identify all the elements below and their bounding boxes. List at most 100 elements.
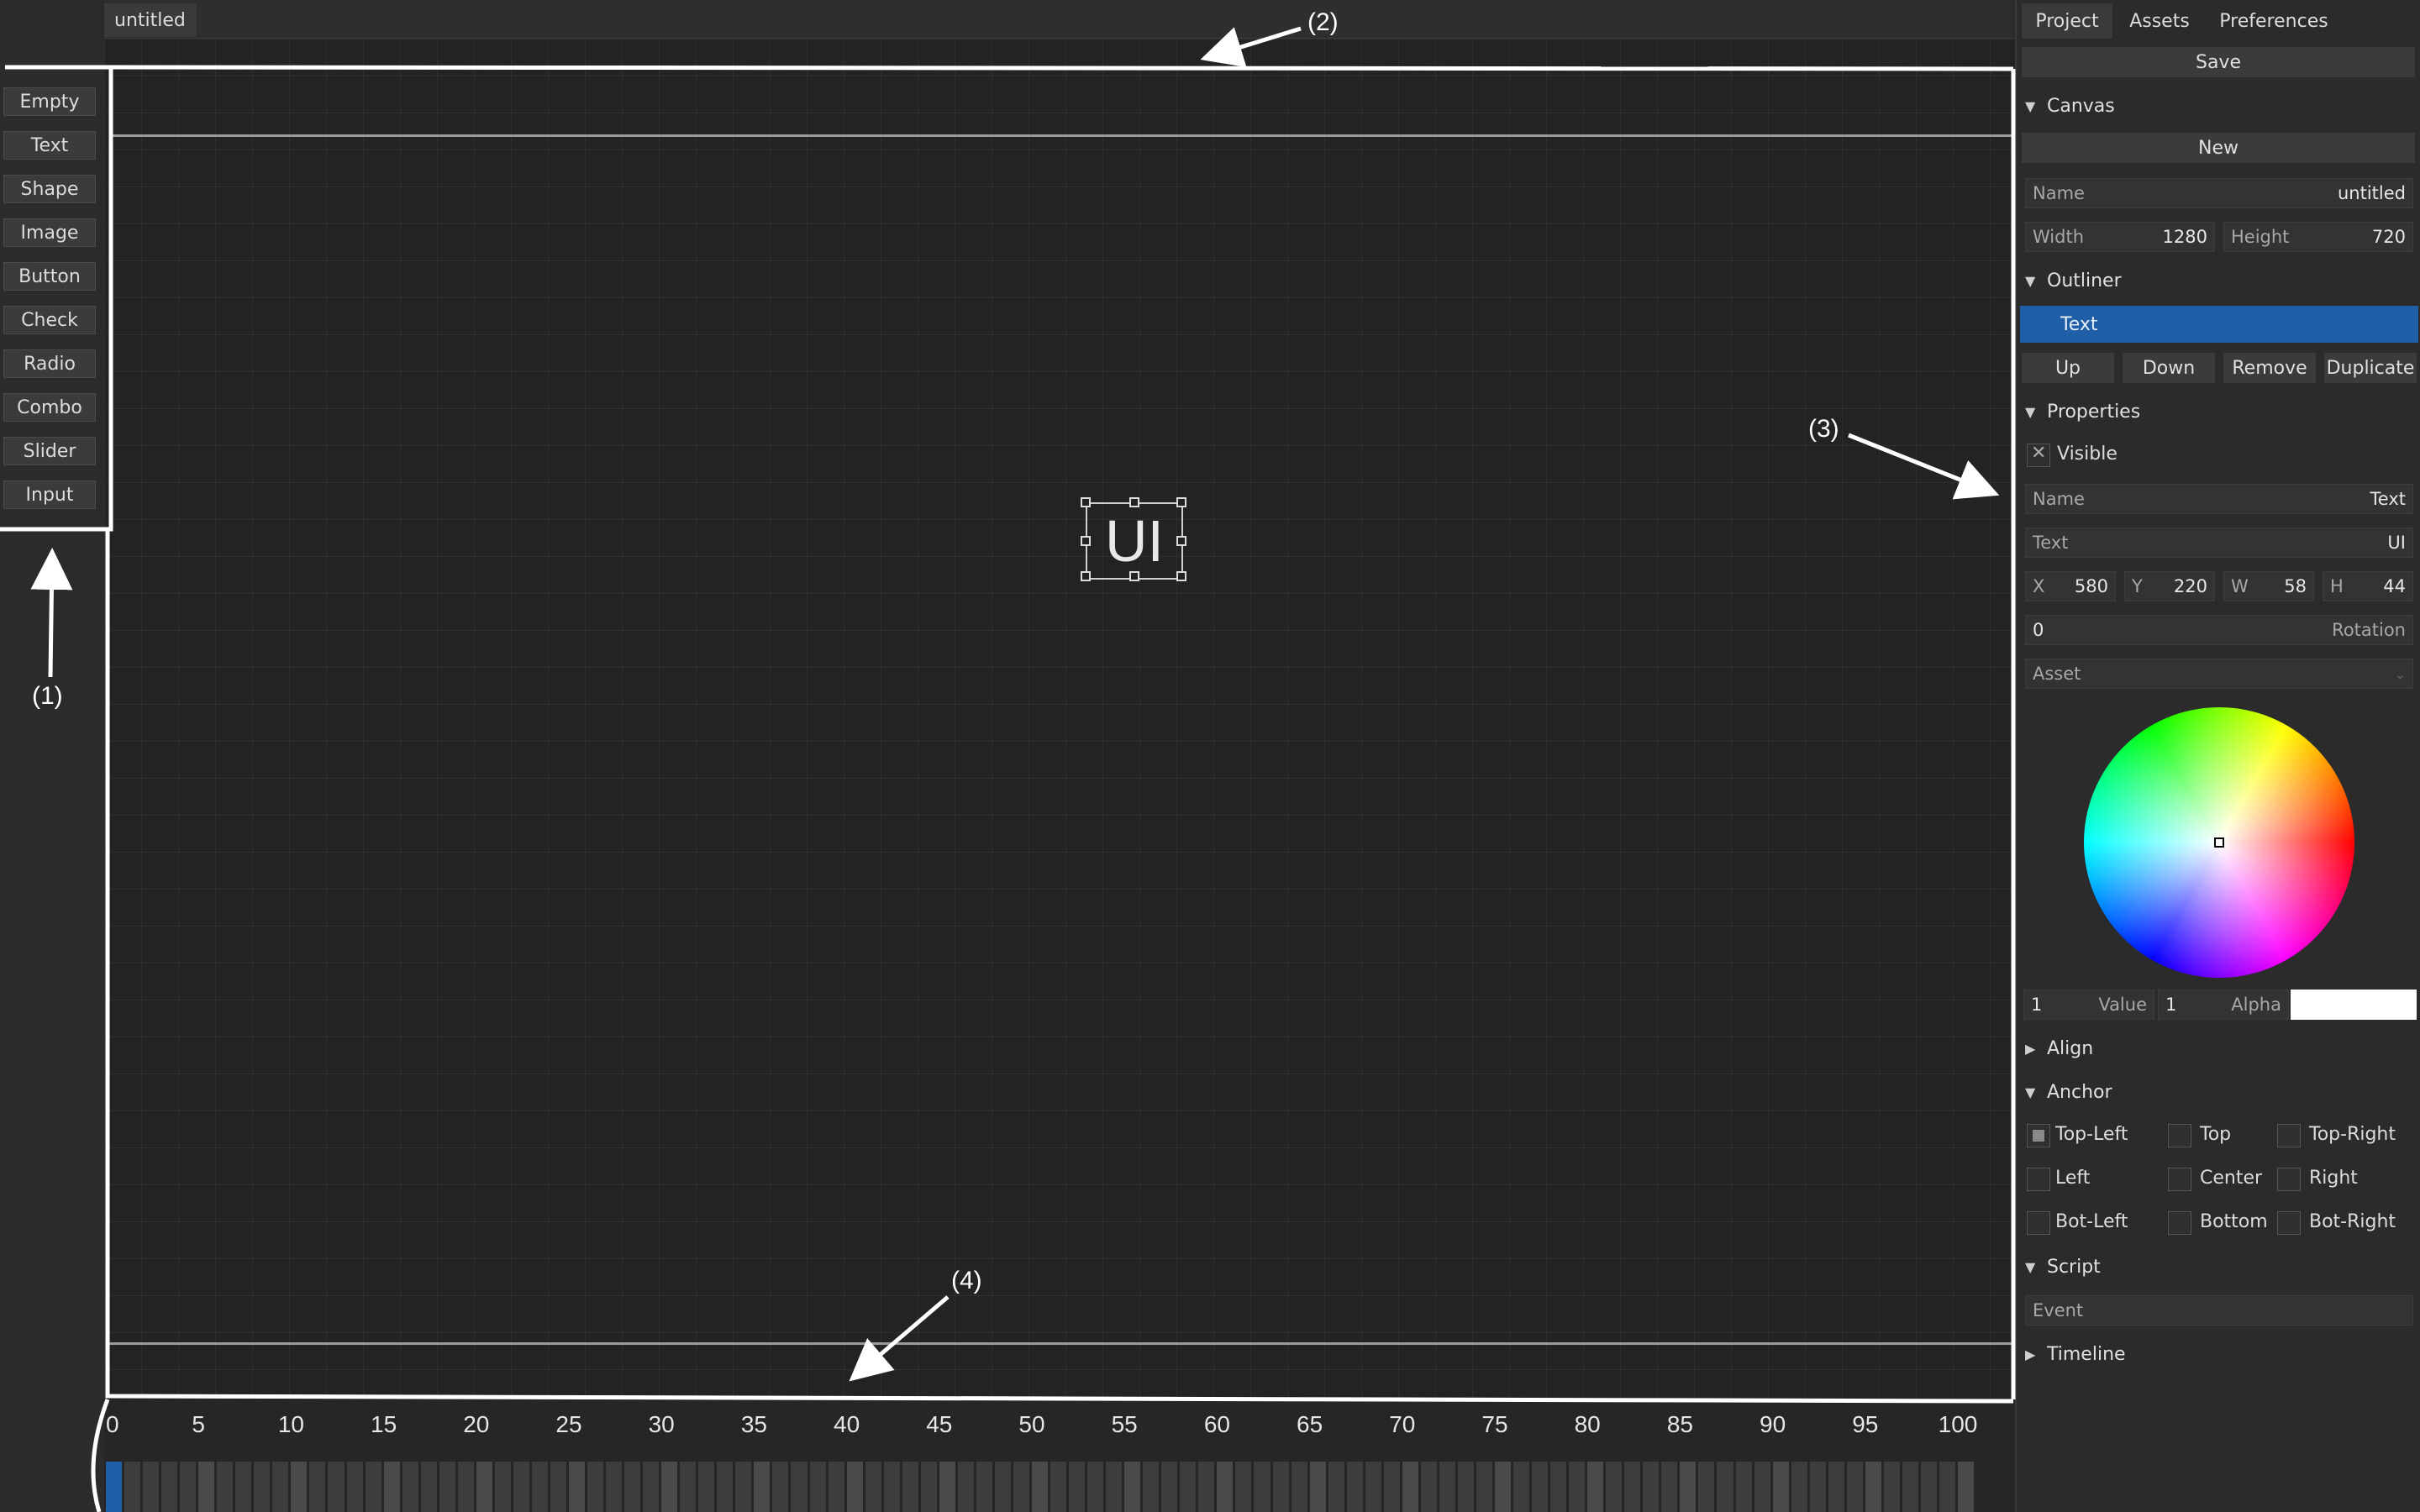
timeline-frame[interactable] [494, 1462, 511, 1512]
tab-assets[interactable]: Assets [2116, 3, 2203, 39]
timeline-frame[interactable] [513, 1462, 529, 1512]
timeline-frame[interactable] [606, 1462, 623, 1512]
timeline-frame[interactable] [161, 1462, 178, 1512]
timeline-frame[interactable] [328, 1462, 345, 1512]
timeline-frame[interactable] [291, 1462, 308, 1512]
timeline-frame[interactable] [1754, 1462, 1770, 1512]
timeline-frame[interactable] [1624, 1462, 1641, 1512]
timeline-frame[interactable] [994, 1462, 1011, 1512]
timeline-frame[interactable] [1883, 1462, 1900, 1512]
section-canvas[interactable]: ▼ Canvas [2025, 89, 2115, 123]
timeline-frame[interactable] [1828, 1462, 1844, 1512]
timeline-frame[interactable] [1865, 1462, 1881, 1512]
section-properties[interactable]: ▼ Properties [2025, 395, 2140, 428]
w-field[interactable]: W 58 [2223, 571, 2314, 601]
anchor-top-checkbox[interactable] [2168, 1124, 2191, 1147]
asset-dropdown[interactable]: Asset ⌄ [2025, 659, 2413, 689]
timeline-frame[interactable] [1457, 1462, 1474, 1512]
duplicate-button[interactable]: Duplicate [2324, 353, 2417, 383]
timeline-frame[interactable] [791, 1462, 808, 1512]
timeline-frame[interactable] [1124, 1462, 1141, 1512]
timeline-frame[interactable] [1772, 1462, 1789, 1512]
timeline-frame[interactable] [1550, 1462, 1567, 1512]
timeline-frame[interactable] [531, 1462, 548, 1512]
timeline-frame[interactable] [717, 1462, 734, 1512]
value-field[interactable]: 1 Value [2023, 990, 2154, 1020]
timeline-frame[interactable] [939, 1462, 955, 1512]
timeline-frame[interactable] [1032, 1462, 1049, 1512]
timeline-frame[interactable] [1013, 1462, 1029, 1512]
canvas-name-field[interactable]: Name untitled [2025, 178, 2413, 208]
resize-handle-br[interactable] [1176, 571, 1186, 581]
timeline-frame[interactable] [476, 1462, 492, 1512]
timeline-frame[interactable] [1476, 1462, 1492, 1512]
document-tab[interactable]: untitled [104, 3, 197, 37]
timeline-frame[interactable] [180, 1462, 197, 1512]
timeline-frame[interactable] [1920, 1462, 1937, 1512]
timeline-frame[interactable] [1902, 1462, 1918, 1512]
timeline-frame[interactable] [772, 1462, 789, 1512]
y-field[interactable]: Y 220 [2124, 571, 2215, 601]
anchor-center-checkbox[interactable] [2168, 1168, 2191, 1191]
anchor-right-checkbox[interactable] [2277, 1168, 2301, 1191]
timeline-frame[interactable] [457, 1462, 474, 1512]
timeline-frame[interactable] [1180, 1462, 1197, 1512]
timeline-panel[interactable]: 0 5 10 15 20 25 30 35 40 45 50 55 60 65 70 75 80 85 90 95 10… [104, 1399, 2015, 1512]
selected-text-element[interactable]: UI [1081, 497, 1186, 581]
section-script[interactable]: ▼ Script [2025, 1250, 2101, 1284]
timeline-frame[interactable] [902, 1462, 918, 1512]
timeline-frame[interactable] [698, 1462, 715, 1512]
timeline-frame[interactable] [883, 1462, 900, 1512]
timeline-frame[interactable] [420, 1462, 437, 1512]
timeline-frame[interactable] [587, 1462, 604, 1512]
anchor-bottom-checkbox[interactable] [2168, 1211, 2191, 1235]
timeline-frame-current[interactable] [106, 1462, 123, 1512]
timeline-frame[interactable] [735, 1462, 752, 1512]
resize-handle-l[interactable] [1081, 536, 1091, 546]
timeline-frame[interactable] [1346, 1462, 1363, 1512]
tool-button-button[interactable]: Button [3, 262, 96, 291]
timeline-frame[interactable] [1569, 1462, 1586, 1512]
outliner-item-text[interactable]: Text [2020, 306, 2418, 343]
timeline-frame[interactable] [957, 1462, 974, 1512]
timeline-frame[interactable] [1958, 1462, 1975, 1512]
timeline-frame[interactable] [661, 1462, 678, 1512]
tool-check-button[interactable]: Check [3, 306, 96, 334]
timeline-frame[interactable] [550, 1462, 566, 1512]
section-align[interactable]: ▶ Align [2025, 1032, 2093, 1065]
timeline-frame[interactable] [143, 1462, 160, 1512]
timeline-frame[interactable] [976, 1462, 992, 1512]
x-field[interactable]: X 580 [2025, 571, 2116, 601]
save-button[interactable]: Save [2022, 47, 2415, 77]
timeline-frame[interactable] [1328, 1462, 1344, 1512]
tool-radio-button[interactable]: Radio [3, 349, 96, 378]
canvas-viewport[interactable]: UI [104, 39, 2015, 1399]
timeline-frame[interactable] [1939, 1462, 1955, 1512]
timeline-frame[interactable] [828, 1462, 844, 1512]
timeline-frame[interactable] [865, 1462, 881, 1512]
timeline-frame[interactable] [1161, 1462, 1178, 1512]
element-name-field[interactable]: Name Text [2025, 484, 2413, 514]
timeline-frame[interactable] [1383, 1462, 1400, 1512]
timeline-frame[interactable] [1143, 1462, 1160, 1512]
timeline-frame[interactable] [1439, 1462, 1455, 1512]
tool-image-button[interactable]: Image [3, 218, 96, 247]
move-up-button[interactable]: Up [2022, 353, 2114, 383]
alpha-field[interactable]: 1 Alpha [2158, 990, 2289, 1020]
timeline-frame[interactable] [1532, 1462, 1549, 1512]
anchor-bot-right-checkbox[interactable] [2277, 1211, 2301, 1235]
rotation-field[interactable]: 0 Rotation [2025, 615, 2413, 645]
timeline-frame[interactable] [643, 1462, 660, 1512]
timeline-frame[interactable] [346, 1462, 363, 1512]
timeline-frame[interactable] [846, 1462, 863, 1512]
event-input[interactable]: Event [2025, 1295, 2413, 1326]
color-swatch[interactable] [2291, 990, 2417, 1020]
visible-checkbox[interactable]: ✕ [2027, 443, 2050, 467]
anchor-left-checkbox[interactable] [2027, 1168, 2050, 1191]
timeline-frame[interactable] [1791, 1462, 1807, 1512]
timeline-frame[interactable] [198, 1462, 215, 1512]
element-text-field[interactable]: Text UI [2025, 528, 2413, 558]
tab-project[interactable]: Project [2022, 3, 2112, 39]
anchor-top-left-checkbox[interactable] [2027, 1124, 2050, 1147]
timeline-frame[interactable] [624, 1462, 641, 1512]
